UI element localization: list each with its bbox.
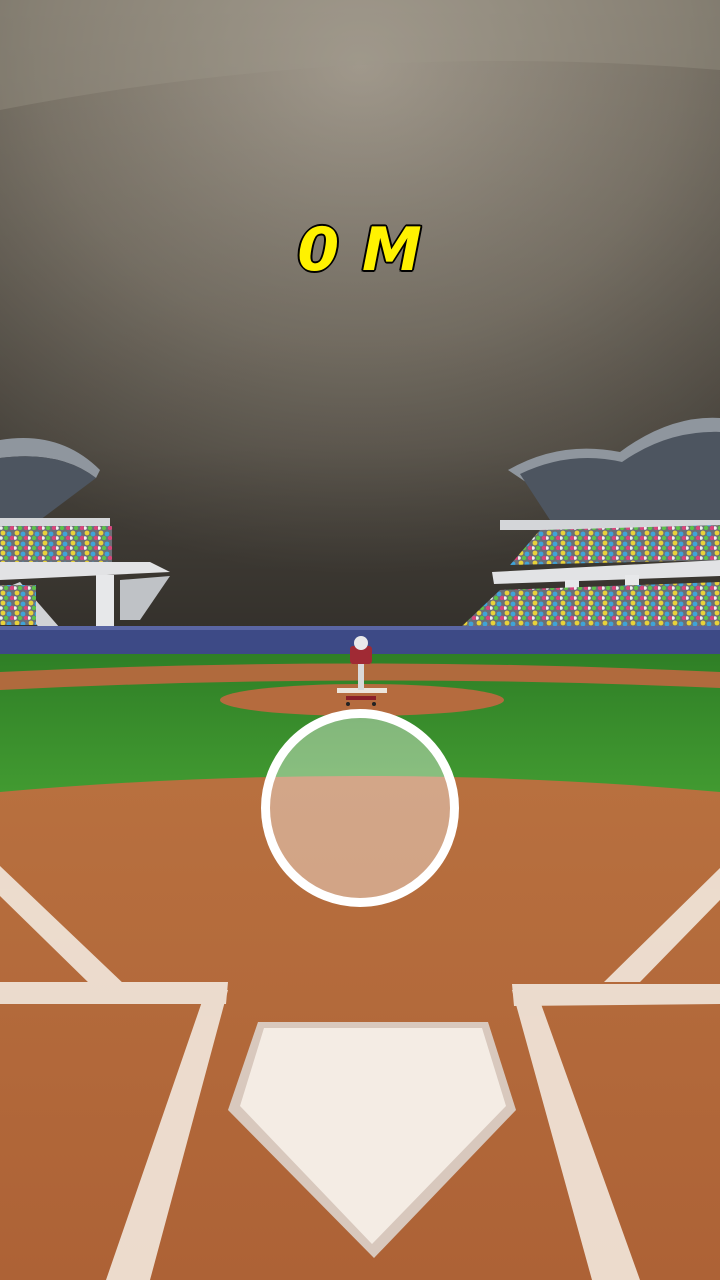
distance-counter: 0 M	[296, 214, 423, 287]
aim-target-circle[interactable]	[261, 709, 459, 907]
game-scene[interactable]: 0 M	[0, 0, 720, 1280]
stadium-background	[0, 0, 720, 1280]
